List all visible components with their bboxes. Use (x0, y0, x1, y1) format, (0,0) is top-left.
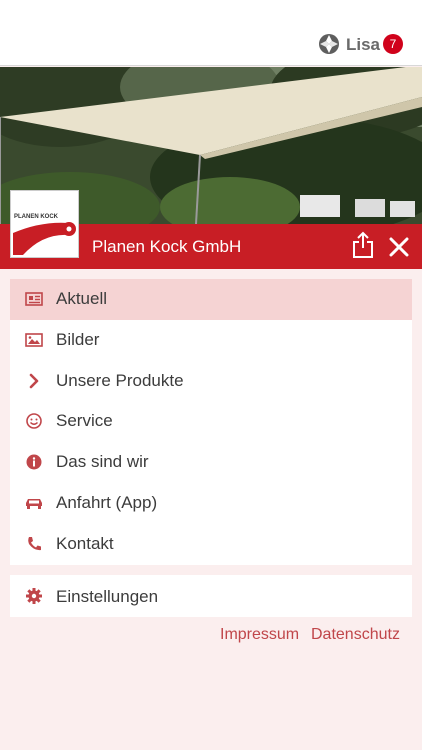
menu-item-service[interactable]: Service (10, 401, 412, 442)
user-name[interactable]: Lisa (346, 35, 380, 55)
menu-item-label: Bilder (56, 329, 100, 349)
menu-item-label: Das sind wir (56, 452, 149, 472)
menu-item-anfahrt[interactable]: Anfahrt (App) (10, 483, 412, 524)
newspaper-icon (25, 292, 43, 306)
menu-item-bilder[interactable]: Bilder (10, 320, 412, 361)
phone-icon (28, 536, 41, 550)
smiley-icon (26, 413, 42, 430)
menu-item-label: Anfahrt (App) (56, 492, 158, 512)
company-logo: PLANEN KOCK (10, 190, 79, 258)
menu-item-label: Service (56, 411, 113, 431)
image-icon (25, 332, 43, 347)
settings-item[interactable]: Einstellungen (10, 575, 412, 617)
main-menu: Aktuell Bilder Unsere Produkte Service D… (10, 279, 412, 565)
car-icon (26, 498, 42, 509)
menu-item-das-sind-wir[interactable]: Das sind wir (10, 442, 412, 483)
notification-badge[interactable]: 7 (383, 34, 403, 54)
community-hub-icon[interactable] (318, 33, 340, 55)
chevron-right-icon (29, 373, 39, 388)
close-icon[interactable] (388, 236, 410, 258)
menu-item-unsere-produkte[interactable]: Unsere Produkte (10, 361, 412, 402)
menu-item-label: Aktuell (56, 289, 108, 308)
footer-links: Impressum Datenschutz (0, 626, 422, 648)
impressum-link[interactable]: Impressum (220, 626, 299, 644)
top-bar: Lisa 7 (0, 0, 422, 66)
svg-text:PLANEN KOCK: PLANEN KOCK (14, 214, 59, 220)
menu-item-label: Unsere Produkte (56, 370, 184, 390)
settings-label: Einstellungen (56, 587, 159, 606)
datenschutz-link[interactable]: Datenschutz (311, 626, 400, 644)
info-icon (26, 454, 42, 470)
menu-item-kontakt[interactable]: Kontakt (10, 524, 412, 565)
menu-item-label: Kontakt (56, 533, 114, 553)
menu-item-aktuell[interactable]: Aktuell (10, 279, 412, 320)
share-icon[interactable] (350, 231, 376, 259)
company-name: Planen Kock GmbH (92, 237, 242, 256)
gear-icon (26, 588, 42, 604)
